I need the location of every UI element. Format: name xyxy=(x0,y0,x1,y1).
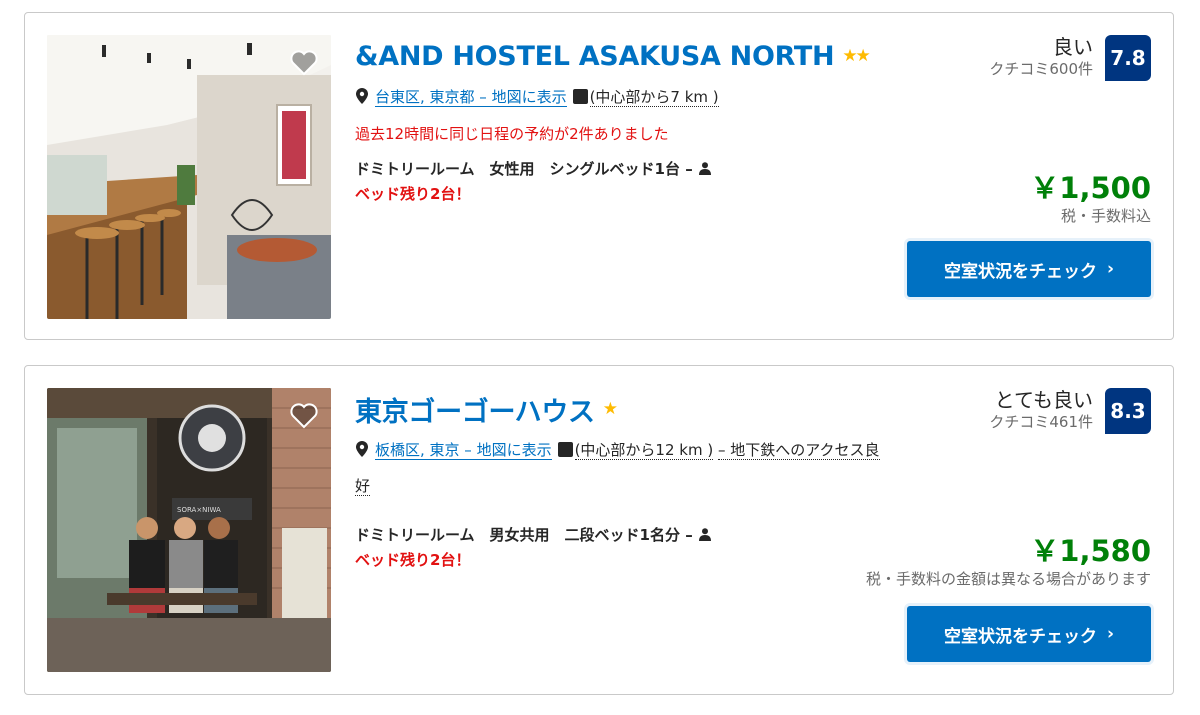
star-rating-icon: ★★ xyxy=(842,46,871,66)
recent-bookings-alert: 過去12時間に同じ日程の予約が2件ありました xyxy=(355,125,669,143)
heart-icon[interactable] xyxy=(287,45,321,79)
property-name-link[interactable]: &AND HOSTEL ASAKUSA NORTH xyxy=(355,41,835,72)
property-details: &AND HOSTEL ASAKUSA NORTH ★★ 台東区, 東京都 – … xyxy=(355,35,895,204)
review-score-badge[interactable]: 8.3 xyxy=(1105,388,1151,434)
subway-access-text-cont: 好 xyxy=(355,477,371,496)
property-photo[interactable]: SORA×NIWA xyxy=(47,388,331,672)
room-type-text: ドミトリールーム 男女共用 二段ベッド1名分 – xyxy=(355,526,693,544)
room-description: ドミトリールーム 男女共用 二段ベッド1名分 – xyxy=(355,524,955,545)
tax-note: 税・手数料込 xyxy=(1060,207,1151,225)
room-description: ドミトリールーム 女性用 シングルベッド1台 – xyxy=(355,158,895,179)
map-pin-icon xyxy=(356,88,368,104)
location-row: 台東区, 東京都 – 地図に表示 (中心部から7 km ) xyxy=(355,85,895,109)
room-type-text: ドミトリールーム 女性用 シングルベッド1台 – xyxy=(355,160,693,178)
chevron-right-icon: › xyxy=(1106,624,1114,644)
property-details: 東京ゴーゴーハウス ★ 板橋区, 東京 – 地図に表示 (中心部から12 km )… xyxy=(355,388,955,570)
property-card: SORA×NIWA 東京ゴーゴーハウス ★ 板橋区, 東京 – 地図に表示 (中心… xyxy=(24,365,1174,695)
person-icon xyxy=(698,162,711,175)
rating-word: 良い xyxy=(1053,35,1093,59)
heart-icon[interactable] xyxy=(287,398,321,432)
svg-text:SORA×NIWA: SORA×NIWA xyxy=(177,506,221,514)
property-name-link[interactable]: 東京ゴーゴーハウス xyxy=(355,390,595,429)
review-count: クチコミ461件 xyxy=(989,413,1093,431)
check-availability-button[interactable]: 空室状況をチェック › xyxy=(907,606,1151,662)
location-row: 板橋区, 東京 – 地図に表示 (中心部から12 km ) – 地下鉄へのアクセス… xyxy=(355,438,955,462)
beds-left-badge: ベッド残り2台！ xyxy=(355,185,471,203)
review-summary[interactable]: 良い クチコミ600件 xyxy=(989,35,1093,79)
beds-left-badge: ベッド残り2台！ xyxy=(355,551,471,569)
cta-label: 空室状況をチェック xyxy=(943,626,1097,647)
price: ￥1,500 xyxy=(1030,171,1151,205)
distance-icon xyxy=(557,442,573,457)
price: ￥1,580 xyxy=(1030,534,1151,568)
location-map-link[interactable]: 板橋区, 東京 – 地図に表示 xyxy=(375,441,552,460)
distance-text: (中心部から7 km ) xyxy=(589,88,719,107)
location-map-link[interactable]: 台東区, 東京都 – 地図に表示 xyxy=(375,88,567,107)
property-photo[interactable] xyxy=(47,35,331,319)
tax-note: 税・手数料の金額は異なる場合があります xyxy=(865,570,1151,588)
chevron-right-icon: › xyxy=(1106,259,1114,279)
distance-icon xyxy=(572,89,588,104)
property-card: &AND HOSTEL ASAKUSA NORTH ★★ 台東区, 東京都 – … xyxy=(24,12,1174,340)
distance-text: (中心部から12 km ) xyxy=(574,441,714,460)
review-summary[interactable]: とても良い クチコミ461件 xyxy=(989,388,1093,432)
map-pin-icon xyxy=(356,441,368,457)
subway-access-cont-row: 好 xyxy=(355,474,955,498)
cta-label: 空室状況をチェック xyxy=(943,261,1097,282)
subway-access-text: – 地下鉄へのアクセス良 xyxy=(718,441,880,460)
rating-word: とても良い xyxy=(994,388,1093,412)
check-availability-button[interactable]: 空室状況をチェック › xyxy=(907,241,1151,297)
person-icon xyxy=(698,528,711,541)
review-score-badge[interactable]: 7.8 xyxy=(1105,35,1151,81)
star-rating-icon: ★ xyxy=(602,399,618,419)
review-count: クチコミ600件 xyxy=(989,60,1093,78)
